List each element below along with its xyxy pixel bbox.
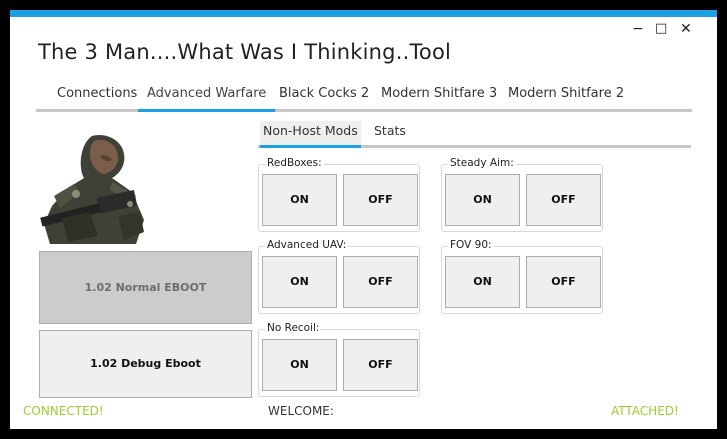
- app-window: The 3 Man....What Was I Thinking..Tool −…: [10, 10, 717, 429]
- tab-non-host-mods[interactable]: Non-Host Mods: [260, 121, 361, 148]
- connected-status: CONNECTED!: [23, 404, 104, 418]
- window-accent-bar: [10, 10, 717, 17]
- steady-aim-group: Steady Aim: ON OFF: [441, 157, 603, 232]
- soldier-image: [40, 132, 152, 244]
- no-recoil-on-button[interactable]: ON: [262, 339, 337, 391]
- redboxes-group: RedBoxes: ON OFF: [258, 157, 420, 232]
- tab-modern-shitfare-3[interactable]: Modern Shitfare 3: [372, 84, 506, 109]
- redboxes-label: RedBoxes:: [265, 157, 324, 169]
- steady-aim-on-button[interactable]: ON: [445, 174, 520, 226]
- mod-subtabs: Non-Host Mods Stats: [258, 121, 691, 148]
- advanced-uav-off-button[interactable]: OFF: [343, 256, 418, 308]
- fov-90-off-button[interactable]: OFF: [526, 256, 601, 308]
- window-title: The 3 Man....What Was I Thinking..Tool: [38, 40, 452, 64]
- tab-modern-shitfare-2[interactable]: Modern Shitfare 2: [499, 84, 633, 109]
- no-recoil-group: No Recoil: ON OFF: [258, 322, 420, 397]
- tab-connections[interactable]: Connections: [48, 84, 146, 109]
- debug-eboot-button[interactable]: 1.02 Debug Eboot: [39, 330, 252, 398]
- steady-aim-off-button[interactable]: OFF: [526, 174, 601, 226]
- no-recoil-label: No Recoil:: [265, 322, 322, 334]
- redboxes-on-button[interactable]: ON: [262, 174, 337, 226]
- maximize-icon[interactable]: □: [655, 22, 667, 36]
- fov-90-on-button[interactable]: ON: [445, 256, 520, 308]
- fov-90-label: FOV 90:: [448, 239, 494, 251]
- game-tabs: Connections Advanced Warfare Black Cocks…: [36, 82, 692, 112]
- redboxes-off-button[interactable]: OFF: [343, 174, 418, 226]
- advanced-uav-on-button[interactable]: ON: [262, 256, 337, 308]
- close-icon[interactable]: ✕: [680, 22, 692, 36]
- steady-aim-label: Steady Aim:: [448, 157, 516, 169]
- no-recoil-off-button[interactable]: OFF: [343, 339, 418, 391]
- minimize-icon[interactable]: −: [632, 22, 644, 36]
- welcome-label: WELCOME:: [268, 404, 334, 418]
- attached-status: ATTACHED!: [611, 404, 679, 418]
- fov-90-group: FOV 90: ON OFF: [441, 239, 603, 314]
- advanced-uav-group: Advanced UAV: ON OFF: [258, 239, 420, 314]
- advanced-uav-label: Advanced UAV:: [265, 239, 349, 251]
- tab-stats[interactable]: Stats: [371, 121, 409, 145]
- tab-black-cocks-2[interactable]: Black Cocks 2: [270, 84, 378, 109]
- tab-advanced-warfare[interactable]: Advanced Warfare: [138, 84, 276, 112]
- normal-eboot-button[interactable]: 1.02 Normal EBOOT: [39, 251, 252, 324]
